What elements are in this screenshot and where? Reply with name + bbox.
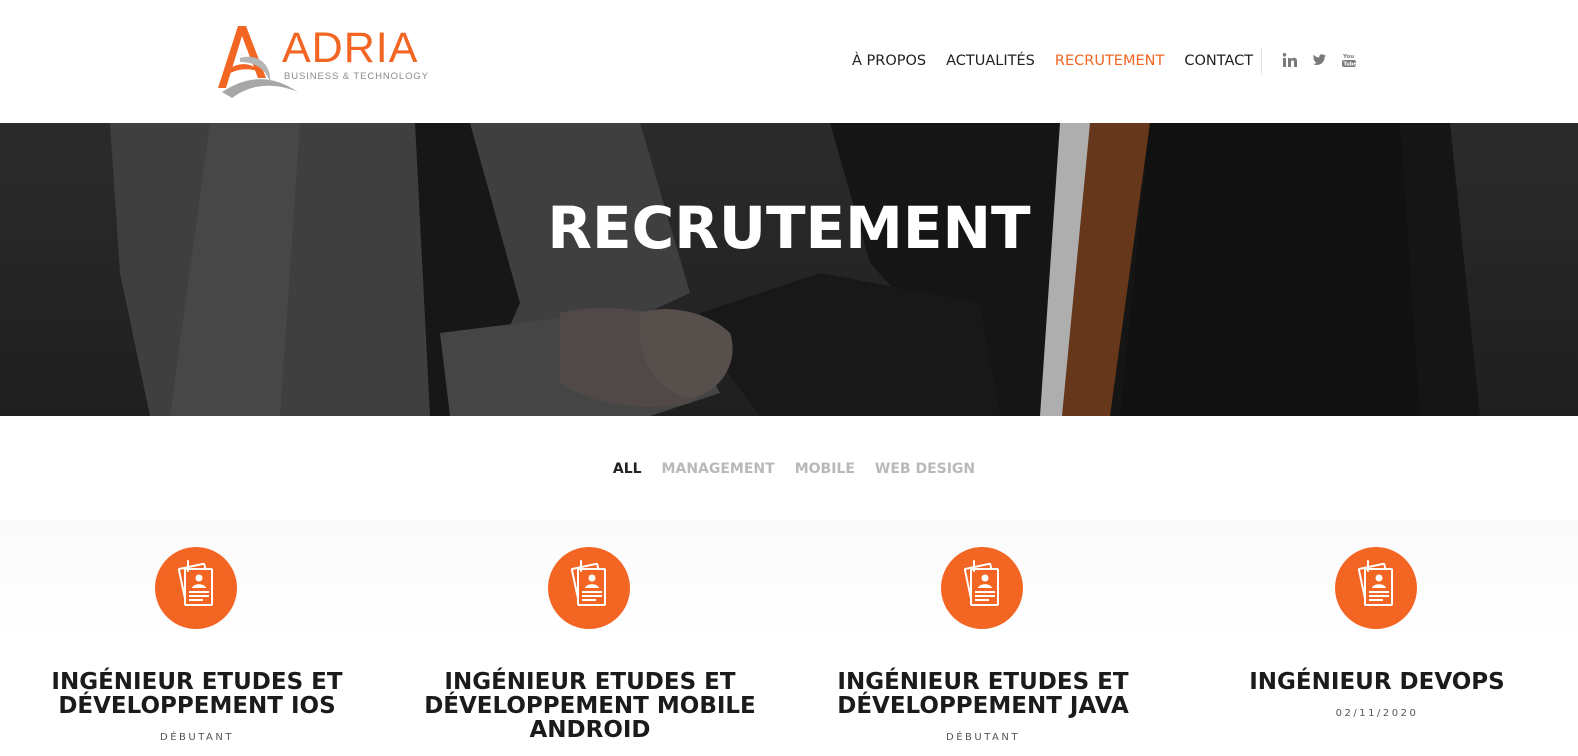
job-title[interactable]: INGÉNIEUR DEVOPS: [1200, 670, 1554, 694]
svg-text:Tube: Tube: [1343, 62, 1357, 68]
job-card-java[interactable]: INGÉNIEUR ETUDES ET DÉVELOPPEMENT JAVA D…: [786, 520, 1180, 756]
resume-icon: [941, 547, 1023, 629]
nav-item-actualites[interactable]: ACTUALITÉS: [946, 50, 1035, 72]
svg-text:You: You: [1342, 54, 1354, 60]
filter-management[interactable]: MANAGEMENT: [662, 458, 775, 480]
nav-divider: [1261, 48, 1262, 74]
job-title[interactable]: INGÉNIEUR ETUDES ET DÉVELOPPEMENT JAVA: [806, 670, 1160, 718]
job-card-devops[interactable]: INGÉNIEUR DEVOPS 02/11/2020: [1180, 520, 1574, 756]
category-filters: ALL MANAGEMENT MOBILE WEB DESIGN: [0, 458, 1578, 480]
youtube-icon[interactable]: You Tube: [1341, 52, 1357, 68]
job-card-android[interactable]: INGÉNIEUR ETUDES ET DÉVELOPPEMENT MOBILE…: [393, 520, 787, 756]
main-nav: À PROPOS ACTUALITÉS RECRUTEMENT CONTACT: [852, 50, 1273, 72]
filter-web-design[interactable]: WEB DESIGN: [875, 458, 975, 480]
nav-item-a-propos[interactable]: À PROPOS: [852, 50, 926, 72]
filter-all[interactable]: ALL: [613, 458, 642, 480]
twitter-icon[interactable]: [1311, 52, 1327, 68]
logo[interactable]: ADRIA BUSINESS & TECHNOLOGY: [214, 22, 429, 102]
job-meta: 02/11/2020: [1335, 708, 1419, 719]
nav-item-contact[interactable]: CONTACT: [1184, 50, 1253, 72]
filter-mobile[interactable]: MOBILE: [795, 458, 855, 480]
job-meta: DÉBUTANT: [946, 732, 1020, 743]
job-meta: DÉBUTANT: [160, 732, 234, 743]
job-title[interactable]: INGÉNIEUR ETUDES ET DÉVELOPPEMENT MOBILE…: [413, 670, 767, 742]
site-header: ADRIA BUSINESS & TECHNOLOGY À PROPOS ACT…: [0, 0, 1578, 123]
job-card-ios[interactable]: INGÉNIEUR ETUDES ET DÉVELOPPEMENT IOS DÉ…: [0, 520, 394, 756]
logo-name: ADRIA: [282, 24, 419, 72]
job-grid: INGÉNIEUR ETUDES ET DÉVELOPPEMENT IOS DÉ…: [0, 520, 1578, 756]
linkedin-icon[interactable]: [1282, 52, 1298, 68]
hero-banner: RECRUTEMENT: [0, 123, 1578, 416]
logo-tagline: BUSINESS & TECHNOLOGY: [284, 71, 429, 82]
handshake-photo: [0, 123, 1578, 416]
resume-icon: [155, 547, 237, 629]
job-title[interactable]: INGÉNIEUR ETUDES ET DÉVELOPPEMENT IOS: [20, 670, 374, 718]
page-title: RECRUTEMENT: [547, 194, 1031, 262]
resume-icon: [1335, 547, 1417, 629]
nav-item-recrutement[interactable]: RECRUTEMENT: [1055, 50, 1164, 72]
resume-icon: [548, 547, 630, 629]
